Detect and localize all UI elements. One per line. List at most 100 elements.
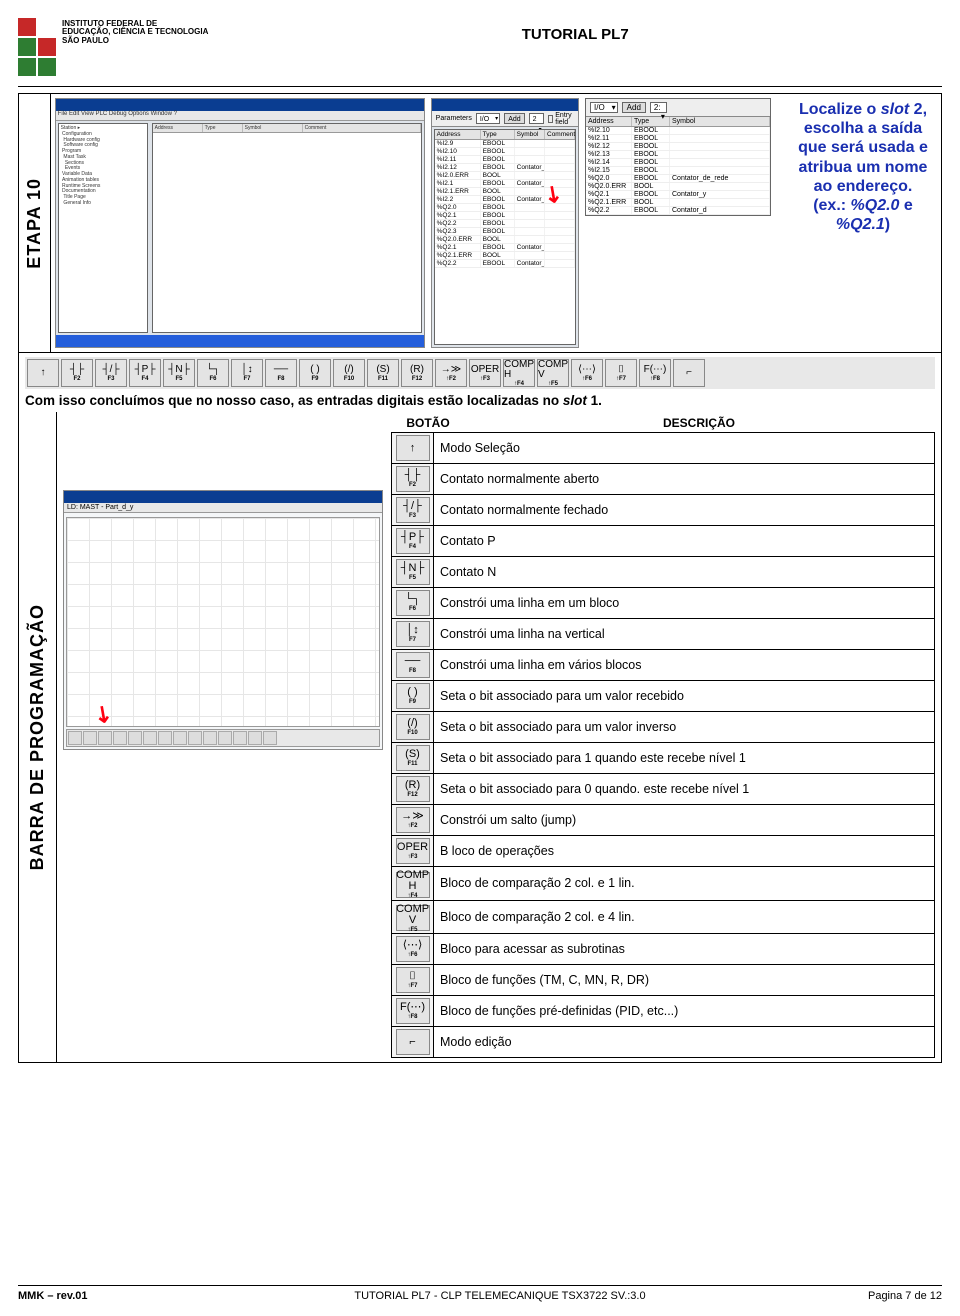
variable-row: %Q2.3EBOOL: [435, 228, 575, 236]
toolbar-button-icon: ⌐: [396, 1029, 430, 1055]
toolbar-button[interactable]: COMP V↑F5: [537, 359, 569, 387]
toolbar-button[interactable]: F(⋯)↑F8: [639, 359, 671, 387]
variable-row: %I2.14EBOOL: [586, 159, 770, 167]
page-footer: MMK – rev.01 TUTORIAL PL7 - CLP TELEMECA…: [0, 1285, 960, 1302]
toolbar-button-icon: └┐F6: [396, 590, 430, 616]
toolbar-button[interactable]: │↕F7: [231, 359, 263, 387]
variable-row: %Q2.1.ERRBOOL: [586, 199, 770, 207]
toolbar-button[interactable]: └┐F6: [197, 359, 229, 387]
institute-logo: INSTITUTO FEDERAL DE EDUCAÇÃO, CIÊNCIA E…: [18, 18, 208, 76]
toolbar-button-icon: (R)F12: [396, 776, 430, 802]
toolbar-button-icon: (S)F11: [396, 745, 430, 771]
variables-list: Address Type Symbol Comment %I2.9EBOOL%I…: [434, 129, 576, 345]
toolbar-button[interactable]: ⟨⋯⟩↑F6: [571, 359, 603, 387]
variables-inset-screenshot: I/O Add 2: Address Type Symbol %I2: [585, 98, 771, 216]
botao-descricao-row: ↑Modo Seleção: [392, 433, 935, 464]
variable-row: %Q2.2EBOOL: [435, 220, 575, 228]
inset-slot-field[interactable]: 2:: [650, 102, 667, 113]
botao-descricao-text: B loco de operações: [434, 836, 935, 867]
toolbar-button-icon: OPER↑F3: [396, 838, 430, 864]
variable-row: %I2.12EBOOL: [586, 143, 770, 151]
botao-descricao-text: Contato normalmente fechado: [434, 495, 935, 526]
footer-page: Pagina 7 de 12: [822, 1290, 942, 1302]
toolbar-button[interactable]: COMP H↑F4: [503, 359, 535, 387]
toolbar-button-icon: ┤├F2: [396, 466, 430, 492]
variable-row: %I2.10EBOOL: [586, 127, 770, 135]
barra-label: BARRA DE PROGRAMAÇÃO: [27, 604, 48, 870]
variable-row: %Q2.2EBOOLContator_d: [586, 207, 770, 215]
variables-toolbar: Parameters I/O Add 2 Entry field: [432, 111, 578, 127]
botao-descricao-text: Contato P: [434, 526, 935, 557]
variable-row: %I2.0.ERRBOOL: [435, 172, 575, 180]
botao-descricao-row: ──F8Constrói uma linha em vários blocos: [392, 650, 935, 681]
variable-row: %I2.10EBOOL: [435, 148, 575, 156]
barra-label-cell: BARRA DE PROGRAMAÇÃO: [19, 412, 57, 1062]
botao-descricao-row: ┤/├F3Contato normalmente fechado: [392, 495, 935, 526]
toolbar-button[interactable]: ┤/├F3: [95, 359, 127, 387]
slot-number-field[interactable]: 2: [529, 113, 544, 124]
botao-descricao-text: Constrói uma linha em vários blocos: [434, 650, 935, 681]
toolbar-button[interactable]: ⌷↑F7: [605, 359, 637, 387]
page-header: INSTITUTO FEDERAL DE EDUCAÇÃO, CIÊNCIA E…: [0, 0, 960, 76]
botao-descricao-text: Bloco de comparação 2 col. e 4 lin.: [434, 900, 935, 934]
botao-descricao-text: Contato N: [434, 557, 935, 588]
document-title: TUTORIAL PL7: [208, 26, 942, 43]
toolbar-button[interactable]: (/)F10: [333, 359, 365, 387]
toolbar-button[interactable]: ( )F9: [299, 359, 331, 387]
toolbar-button[interactable]: ┤P├F4: [129, 359, 161, 387]
toolbar-button[interactable]: ──F8: [265, 359, 297, 387]
toolbar-button[interactable]: (R)F12: [401, 359, 433, 387]
botao-descricao-text: Constrói uma linha em um bloco: [434, 588, 935, 619]
toolbar-button[interactable]: ┤N├F5: [163, 359, 195, 387]
instruction-text: Localize o slot 2, escolha a saída que s…: [789, 98, 937, 348]
variables-window-screenshot: Parameters I/O Add 2 Entry field Address…: [431, 98, 579, 348]
ladder-mini-toolbar: [66, 729, 380, 747]
toolbar-button-icon: ↑: [396, 435, 430, 461]
toolbar-button-icon: →≫↑F2: [396, 807, 430, 833]
botao-descricao-row: ┤N├F5Contato N: [392, 557, 935, 588]
variable-row: %Q2.0.ERRBOOL: [586, 183, 770, 191]
toolbar-button-icon: F(⋯)↑F8: [396, 998, 430, 1024]
toolbar-button-icon: COMP H↑F4: [396, 872, 430, 898]
botao-descricao-row: (S)F11Seta o bit associado para 1 quando…: [392, 743, 935, 774]
botao-descricao-text: Seta o bit associado para 0 quando. este…: [434, 774, 935, 805]
toolbar-button-icon: COMP V↑F5: [396, 905, 430, 931]
variable-row: %Q2.0.ERRBOOL: [435, 236, 575, 244]
variable-row: %I2.9EBOOL: [435, 140, 575, 148]
etapa-label: ETAPA 10: [24, 178, 45, 269]
botao-descricao-row: │↕F7Constrói uma linha na vertical: [392, 619, 935, 650]
toolbar-button[interactable]: ↑: [27, 359, 59, 387]
toolbar-strip-cell: ↑┤├F2┤/├F3┤P├F4┤N├F5└┐F6│↕F7──F8( )F9(/)…: [18, 353, 942, 412]
botao-descricao-row: COMP H↑F4Bloco de comparação 2 col. e 1 …: [392, 867, 935, 901]
botao-descricao-row: (/)F10Seta o bit associado para um valor…: [392, 712, 935, 743]
botao-descricao-row: (R)F12Seta o bit associado para 0 quando…: [392, 774, 935, 805]
variable-row: %I2.11EBOOL: [586, 135, 770, 143]
toolbar-button[interactable]: ⌐: [673, 359, 705, 387]
toolbar-button[interactable]: ┤├F2: [61, 359, 93, 387]
botao-descricao-text: Bloco para acessar as subrotinas: [434, 934, 935, 965]
botao-descricao-text: Constrói um salto (jump): [434, 805, 935, 836]
variable-row: %Q2.1EBOOL: [435, 212, 575, 220]
toolbar-button-icon: ┤P├F4: [396, 528, 430, 554]
botao-descricao-table: ↑Modo Seleção┤├F2Contato normalmente abe…: [391, 432, 935, 1058]
io-module-combo[interactable]: I/O: [476, 113, 500, 124]
pl7-toolbar-strip: ↑┤├F2┤/├F3┤P├F4┤N├F5└┐F6│↕F7──F8( )F9(/)…: [25, 357, 935, 389]
pl7-variables-grid: Address Type Symbol Comment: [152, 123, 422, 333]
botao-descricao-row: →≫↑F2Constrói um salto (jump): [392, 805, 935, 836]
toolbar-caption: Com isso concluímos que no nosso caso, a…: [25, 393, 935, 408]
toolbar-button[interactable]: →≫↑F2: [435, 359, 467, 387]
add-button[interactable]: Add: [504, 113, 524, 124]
botao-descricao-text: Modo Seleção: [434, 433, 935, 464]
etapa-10-row: ETAPA 10 File Edit View PLC Debug Option…: [18, 93, 942, 353]
inset-io-combo[interactable]: I/O: [590, 102, 618, 113]
toolbar-button-icon: ┤N├F5: [396, 559, 430, 585]
logo-squares: [18, 18, 56, 76]
etapa-label-cell: ETAPA 10: [19, 94, 51, 352]
toolbar-button[interactable]: OPER↑F3: [469, 359, 501, 387]
toolbar-button-icon: ⟨⋯⟩↑F6: [396, 936, 430, 962]
toolbar-button[interactable]: (S)F11: [367, 359, 399, 387]
inset-add-button[interactable]: Add: [622, 102, 646, 113]
entry-field-checkbox[interactable]: [548, 115, 554, 123]
variable-row: %I2.2EBOOLContator_d: [435, 196, 575, 204]
botao-descricao-row: ┤├F2Contato normalmente aberto: [392, 464, 935, 495]
